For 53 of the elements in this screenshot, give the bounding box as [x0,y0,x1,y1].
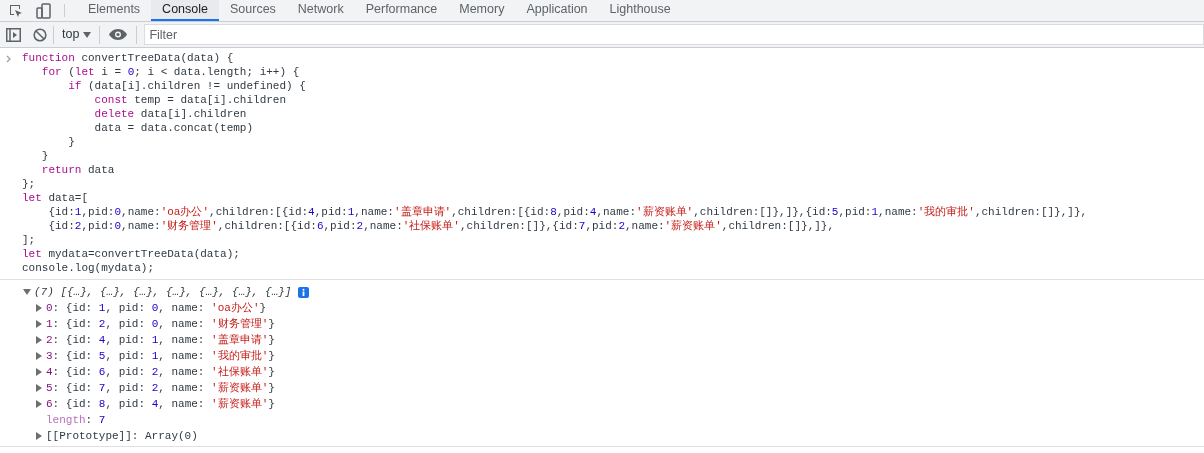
panel-tab[interactable]: Application [515,0,599,21]
expand-triangle-icon[interactable] [35,336,43,344]
code-line: {id:2,pid:0,name:'财务管理',children:[{id:6,pid:2,name:'社保账单',children:[]},{id:7,pid:2,name:'薪资账单',children:[]},]}, [47,219,836,233]
code-line: let mydata=convertTreeData(data); [22,247,241,261]
code-line: for (let i = 0; i < data.length; i++) { [40,65,301,79]
panel-tab[interactable]: Performance [354,0,449,21]
property-row[interactable]: length: 7 [46,411,106,429]
property-row[interactable]: 3: {id: 5, pid: 1, name: '我的审批'} [46,347,275,365]
property-row[interactable]: 2: {id: 4, pid: 1, name: '盖章申请'} [46,331,275,349]
code-line: } [67,135,76,149]
expand-triangle-icon[interactable] [35,320,43,328]
property-row[interactable]: [[Prototype]]: Array(0) [46,427,198,445]
panel-tab[interactable]: Console [151,0,219,21]
code-line: data = data.concat(temp) [93,121,255,135]
code-line: {id:1,pid:0,name:'oa办公',children:[{id:4,pid:1,name:'盖章申请',children:[{id:8,pid:4,name:'薪资账单',children:[]},]},{id:5,pid:1,name:'我的审批',children:[]},]}, [47,205,1088,219]
panel-tab[interactable]: Elements [77,0,152,21]
panel-tab[interactable]: Lighthouse [598,0,682,21]
code-line: ]; [22,233,37,247]
property-row[interactable]: 4: {id: 6, pid: 2, name: '社保账单'} [46,363,275,381]
property-row[interactable]: 0: {id: 1, pid: 0, name: 'oa办公'} [46,299,267,317]
code-line: } [40,149,50,163]
panel-tab[interactable]: Network [286,0,355,21]
panel-tab[interactable]: Memory [448,0,516,21]
array-summary[interactable]: (7) [{…}, {…}, {…}, {…}, {…}, {…}, {…}] [34,283,292,301]
eye-icon[interactable] [109,29,128,40]
context-dropdown[interactable]: top [54,25,100,44]
filter-field[interactable]: Filter [144,24,1204,45]
sidebar-toggle-icon[interactable] [6,27,21,42]
clear-console-icon[interactable] [33,27,47,42]
input-chevron-icon [6,55,12,63]
expand-triangle-icon[interactable] [35,432,43,440]
device-toolbar-icon[interactable] [36,2,52,19]
expand-triangle-icon[interactable] [35,304,43,312]
expand-triangle-icon[interactable] [35,400,43,408]
collapse-triangle-icon[interactable] [23,288,31,296]
cursor-select-icon[interactable] [8,2,24,19]
property-row[interactable]: 1: {id: 2, pid: 0, name: '财务管理'} [46,315,275,333]
expand-triangle-icon[interactable] [35,352,43,360]
code-line: function convertTreeData(data) { [22,51,235,65]
code-line: if (data[i].children != undefined) { [67,79,307,93]
code-line: console.log(mydata); [22,261,156,275]
expand-triangle-icon[interactable] [35,384,43,392]
panel-tab[interactable]: Sources [219,0,287,21]
code-line: const temp = data[i].children [93,93,288,107]
expand-triangle-icon[interactable] [35,368,43,376]
property-row[interactable]: 5: {id: 7, pid: 2, name: '薪资账单'} [46,379,275,397]
code-line: }; [22,177,37,191]
code-line: return data [40,163,116,177]
code-line: let data=[ [22,191,90,205]
property-row[interactable]: 6: {id: 8, pid: 4, name: '薪资账单'} [46,395,275,413]
info-icon[interactable] [298,286,310,298]
caret-icon [83,31,92,38]
code-line: delete data[i].children [93,107,248,121]
